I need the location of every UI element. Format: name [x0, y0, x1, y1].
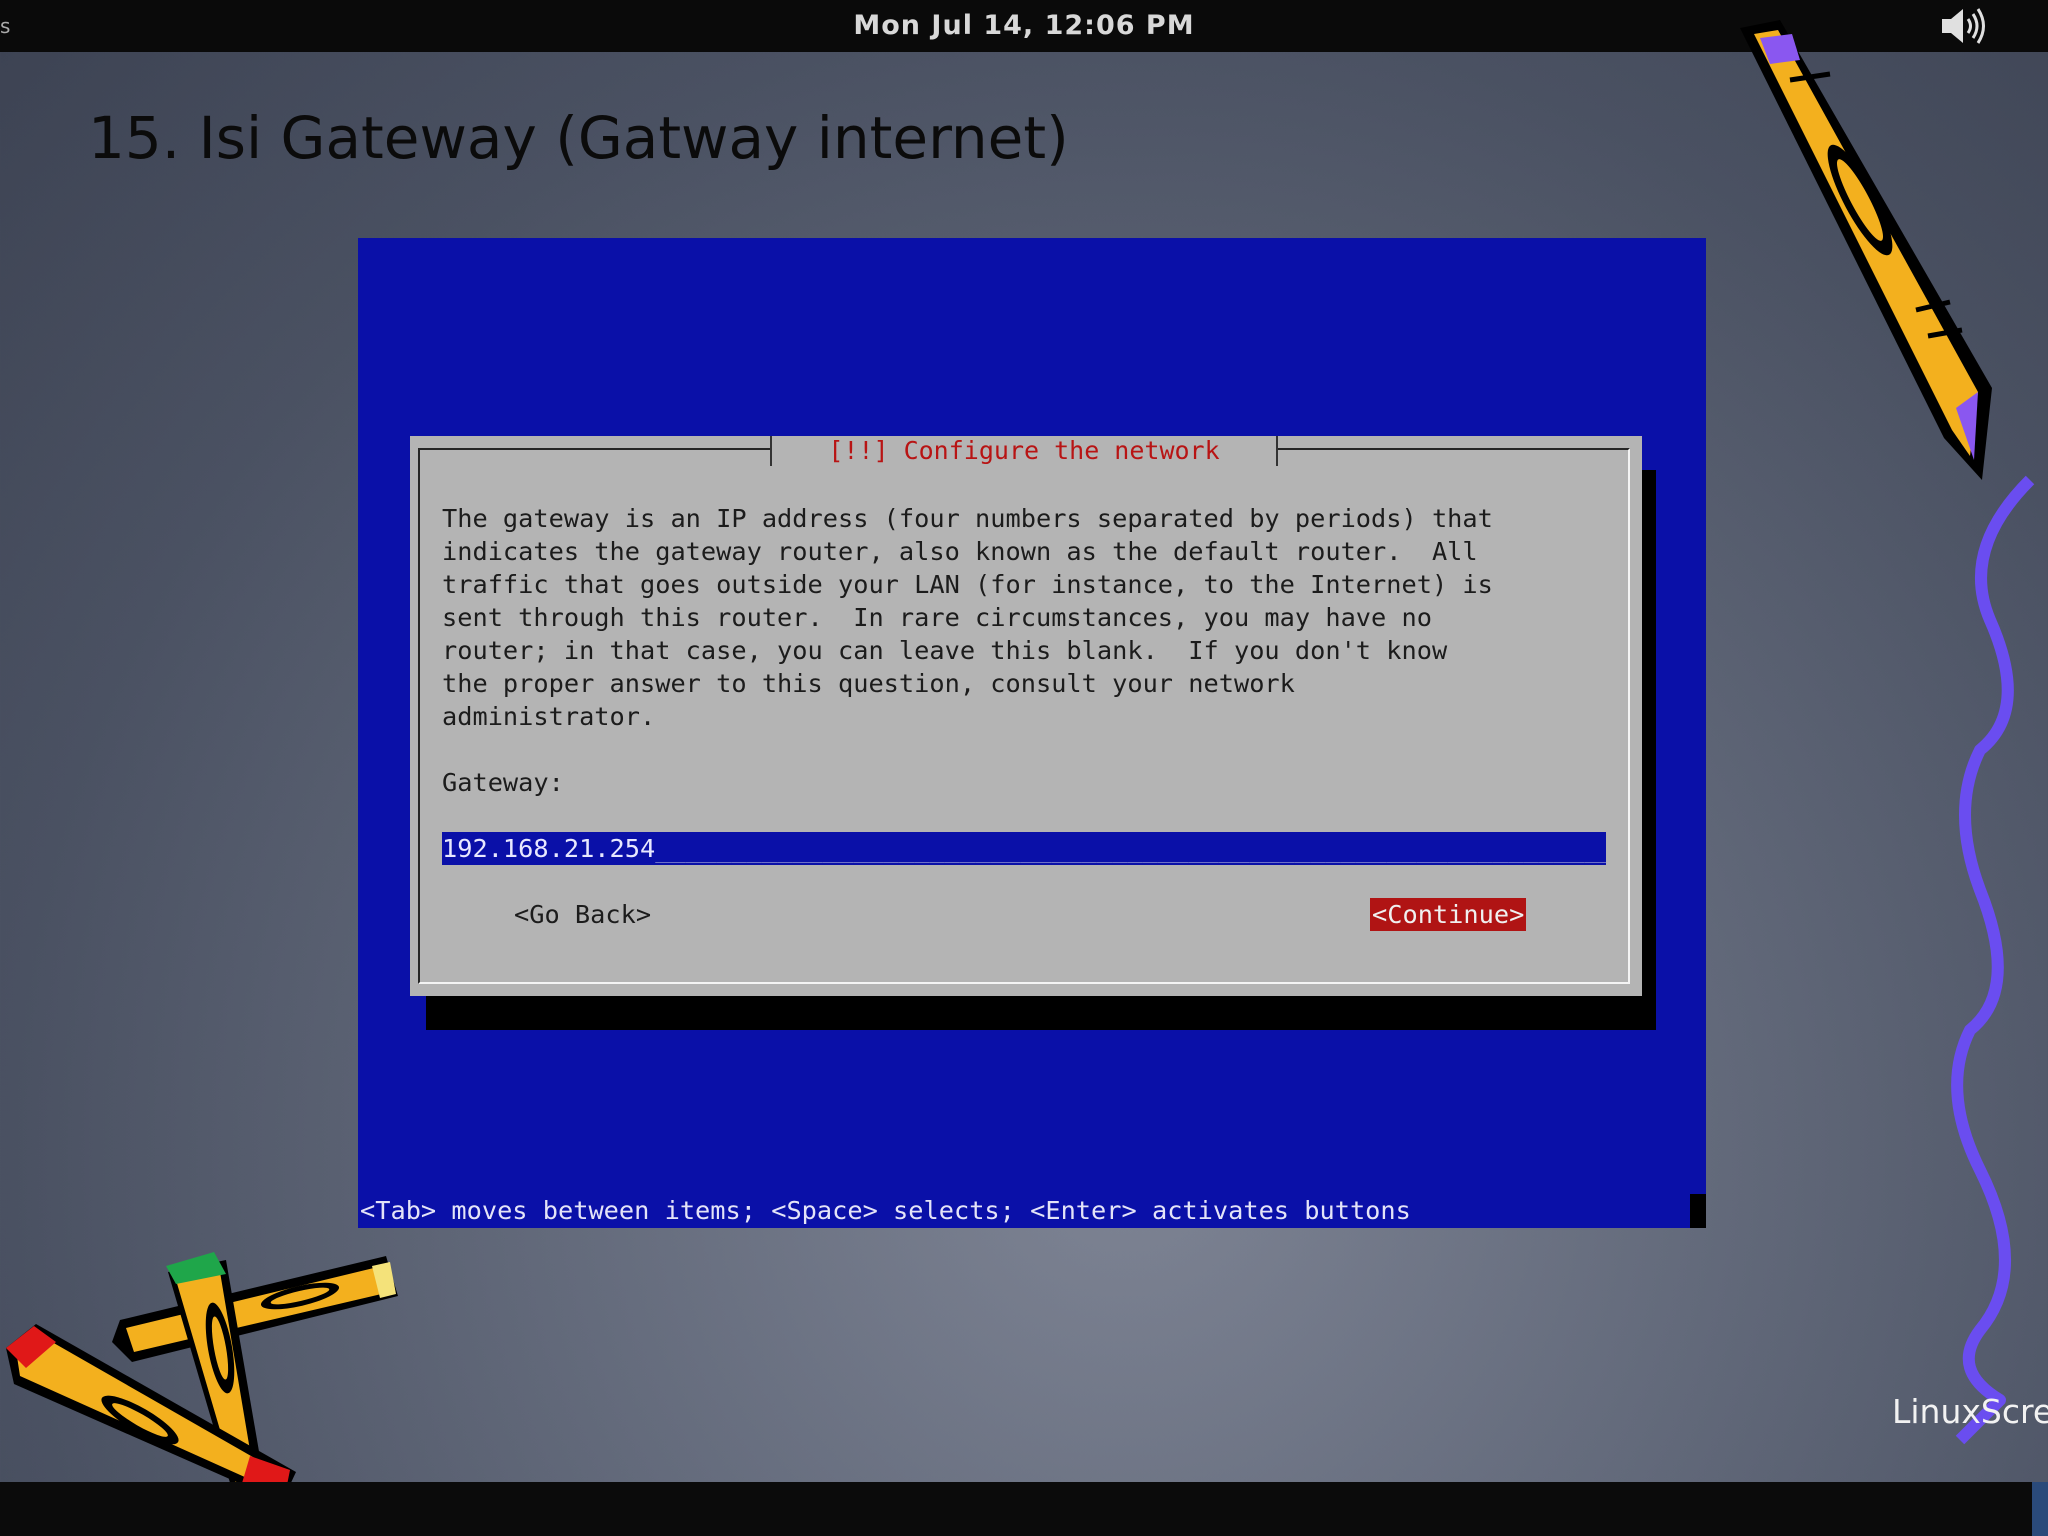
description-line: sent through this router. In rare circum…: [442, 603, 1432, 632]
watermark-text: LinuxScre: [1892, 1392, 2048, 1431]
gateway-label: Gateway:: [442, 768, 564, 797]
panel-corner-indicator[interactable]: [2032, 1482, 2048, 1536]
description-line: traffic that goes outside your LAN (for …: [442, 570, 1493, 599]
keyboard-help-line: <Tab> moves between items; <Space> selec…: [360, 1196, 1411, 1225]
continue-button[interactable]: <Continue>: [1370, 898, 1527, 931]
description-line: router; in that case, you can leave this…: [442, 636, 1448, 665]
gateway-value: 192.168.21.254: [442, 834, 656, 863]
dialog-description: The gateway is an IP address (four numbe…: [442, 502, 1612, 733]
go-back-button[interactable]: <Go Back>: [514, 898, 651, 931]
description-line: indicates the gateway router, also known…: [442, 537, 1478, 566]
description-line: The gateway is an IP address (four numbe…: [442, 504, 1493, 533]
description-line: the proper answer to this question, cons…: [442, 669, 1295, 698]
configure-network-dialog: [!!] Configure the network The gateway i…: [410, 436, 1642, 996]
terminal-cursor: [1690, 1194, 1706, 1228]
crossed-pencils-clipart-icon: [6, 1252, 398, 1510]
slide-title: 15. Isi Gateway (Gatway internet): [88, 104, 1069, 172]
dialog-title: [!!] Configure the network: [770, 436, 1278, 466]
gateway-input[interactable]: 192.168.21.254__________________________…: [442, 832, 1606, 865]
installer-screen: [!!] Configure the network The gateway i…: [358, 238, 1706, 1228]
squiggle-line-icon: [1951, 475, 2035, 1445]
input-fill: ________________________________________…: [655, 834, 1606, 863]
description-line: administrator.: [442, 702, 656, 731]
bottom-panel: [0, 1482, 2048, 1536]
pencil-clipart-icon: [1740, 20, 1992, 480]
